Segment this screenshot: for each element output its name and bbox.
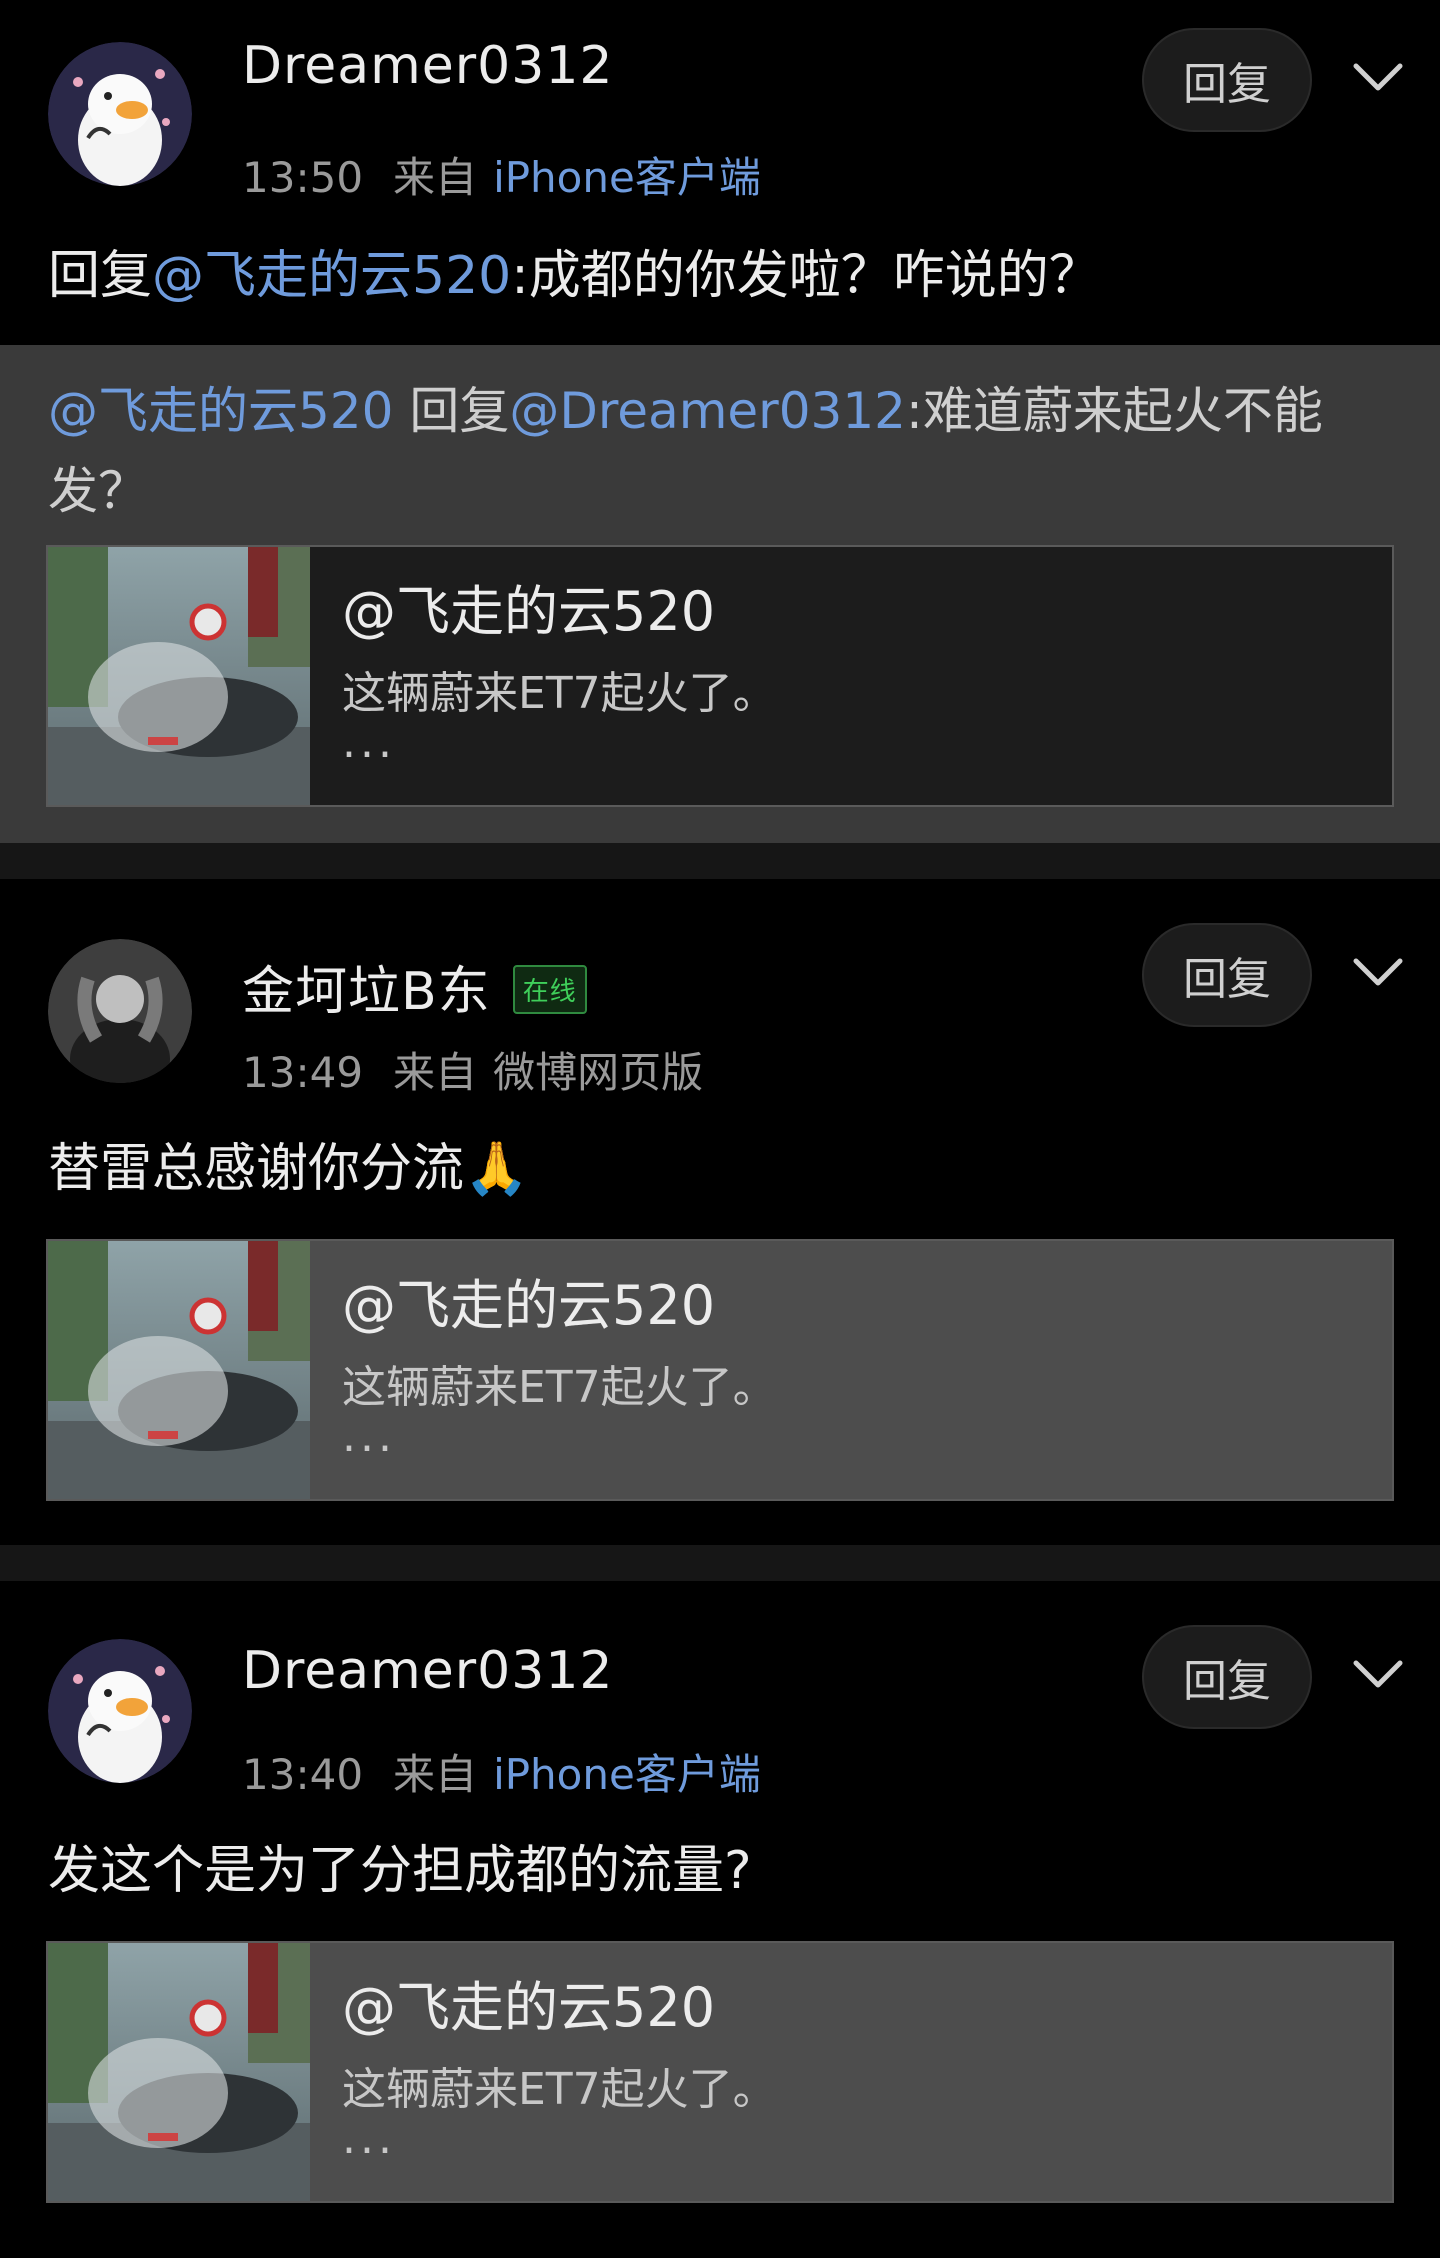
username-text[interactable]: 金坷垃B东 xyxy=(242,962,491,1022)
reply-prefix: 回复 xyxy=(48,246,153,306)
section-divider xyxy=(0,1545,1440,1581)
shared-post-card[interactable]: @飞走的云520 这辆蔚来ET7起火了。 ... xyxy=(46,545,1394,807)
card-description: 这辆蔚来ET7起火了。 xyxy=(342,2064,777,2115)
reply-button[interactable]: 回复 xyxy=(1142,923,1312,1027)
user-avatar[interactable] xyxy=(48,1639,192,1783)
shared-post-card[interactable]: @飞走的云520 这辆蔚来ET7起火了。 ... xyxy=(46,1239,1394,1501)
quoted-text: @飞走的云520 回复@Dreamer0312:难道蔚来起火不能发？ xyxy=(48,371,1392,531)
post-meta: 13:40 来自 iPhone客户端 xyxy=(242,1741,761,1802)
mention-link[interactable]: @飞走的云520 xyxy=(48,382,393,440)
quoted-reply: @飞走的云520 回复@Dreamer0312:难道蔚来起火不能发？ @飞走的云… xyxy=(0,345,1440,843)
post-meta: 13:49 来自 微博网页版 xyxy=(242,1039,703,1100)
username[interactable]: Dreamer0312 xyxy=(242,36,614,96)
card-author[interactable]: @飞走的云520 xyxy=(342,1963,715,2042)
reply-button[interactable]: 回复 xyxy=(1142,28,1312,132)
chevron-down-icon[interactable] xyxy=(1348,1645,1408,1705)
video-thumbnail[interactable] xyxy=(48,1943,310,2201)
post-meta: 13:50 来自 iPhone客户端 xyxy=(242,144,761,205)
card-info: @飞走的云520 这辆蔚来ET7起火了。 ... xyxy=(310,1943,1392,2201)
shared-post-card[interactable]: @飞走的云520 这辆蔚来ET7起火了。 ... xyxy=(46,1941,1394,2203)
comment-1: Dreamer0312 13:50 来自 iPhone客户端 回复 回复@飞走的云5… xyxy=(0,0,1440,345)
quote-middle: 回复 xyxy=(393,382,510,440)
from-label: 来自 xyxy=(393,1750,478,1799)
post-time: 13:49 xyxy=(242,1048,364,1097)
online-badge: 在线 xyxy=(512,964,587,1014)
source-link[interactable]: iPhone客户端 xyxy=(493,1750,761,1799)
card-ellipsis: ... xyxy=(342,1411,396,1462)
comment-text: 发这个是为了分担成都的流量? xyxy=(48,1841,752,1901)
section-divider xyxy=(0,843,1440,879)
comment-2: 金坷垃B东 在线 13:49 来自 微博网页版 回复 替雷总感谢你分流🙏 @飞走的云5… xyxy=(0,879,1440,1545)
card-author[interactable]: @飞走的云520 xyxy=(342,1261,715,1340)
username[interactable]: Dreamer0312 xyxy=(242,1641,614,1701)
card-info: @飞走的云520 这辆蔚来ET7起火了。 ... xyxy=(310,1241,1392,1499)
card-description: 这辆蔚来ET7起火了。 xyxy=(342,1362,777,1413)
chevron-down-icon[interactable] xyxy=(1348,48,1408,108)
mention-link[interactable]: @Dreamer0312 xyxy=(509,382,906,440)
video-thumbnail[interactable] xyxy=(48,1241,310,1499)
card-ellipsis: ... xyxy=(342,2113,396,2164)
card-ellipsis: ... xyxy=(342,717,396,768)
user-avatar[interactable] xyxy=(48,42,192,186)
post-time: 13:50 xyxy=(242,153,364,202)
source-label: 微博网页版 xyxy=(493,1048,704,1097)
comment-rest: :成都的你发啦？咋说的？ xyxy=(511,246,1101,306)
card-info: @飞走的云520 这辆蔚来ET7起火了。 ... xyxy=(310,547,1392,805)
post-time: 13:40 xyxy=(242,1750,364,1799)
video-thumbnail[interactable] xyxy=(48,547,310,805)
username[interactable]: 金坷垃B东 在线 xyxy=(242,949,587,1024)
from-label: 来自 xyxy=(393,1048,478,1097)
comment-text: 回复@飞走的云520:成都的你发啦？咋说的？ xyxy=(48,236,1392,316)
source-link[interactable]: iPhone客户端 xyxy=(493,153,761,202)
comment-3: Dreamer0312 13:40 来自 iPhone客户端 回复 发这个是为了分担… xyxy=(0,1581,1440,2258)
card-description: 这辆蔚来ET7起火了。 xyxy=(342,668,777,719)
user-avatar[interactable] xyxy=(48,939,192,1083)
reply-button[interactable]: 回复 xyxy=(1142,1625,1312,1729)
chevron-down-icon[interactable] xyxy=(1348,943,1408,1003)
mention-link[interactable]: @飞走的云520 xyxy=(152,246,511,306)
comment-text: 替雷总感谢你分流🙏 xyxy=(48,1139,529,1199)
from-label: 来自 xyxy=(393,153,478,202)
card-author[interactable]: @飞走的云520 xyxy=(342,567,715,646)
